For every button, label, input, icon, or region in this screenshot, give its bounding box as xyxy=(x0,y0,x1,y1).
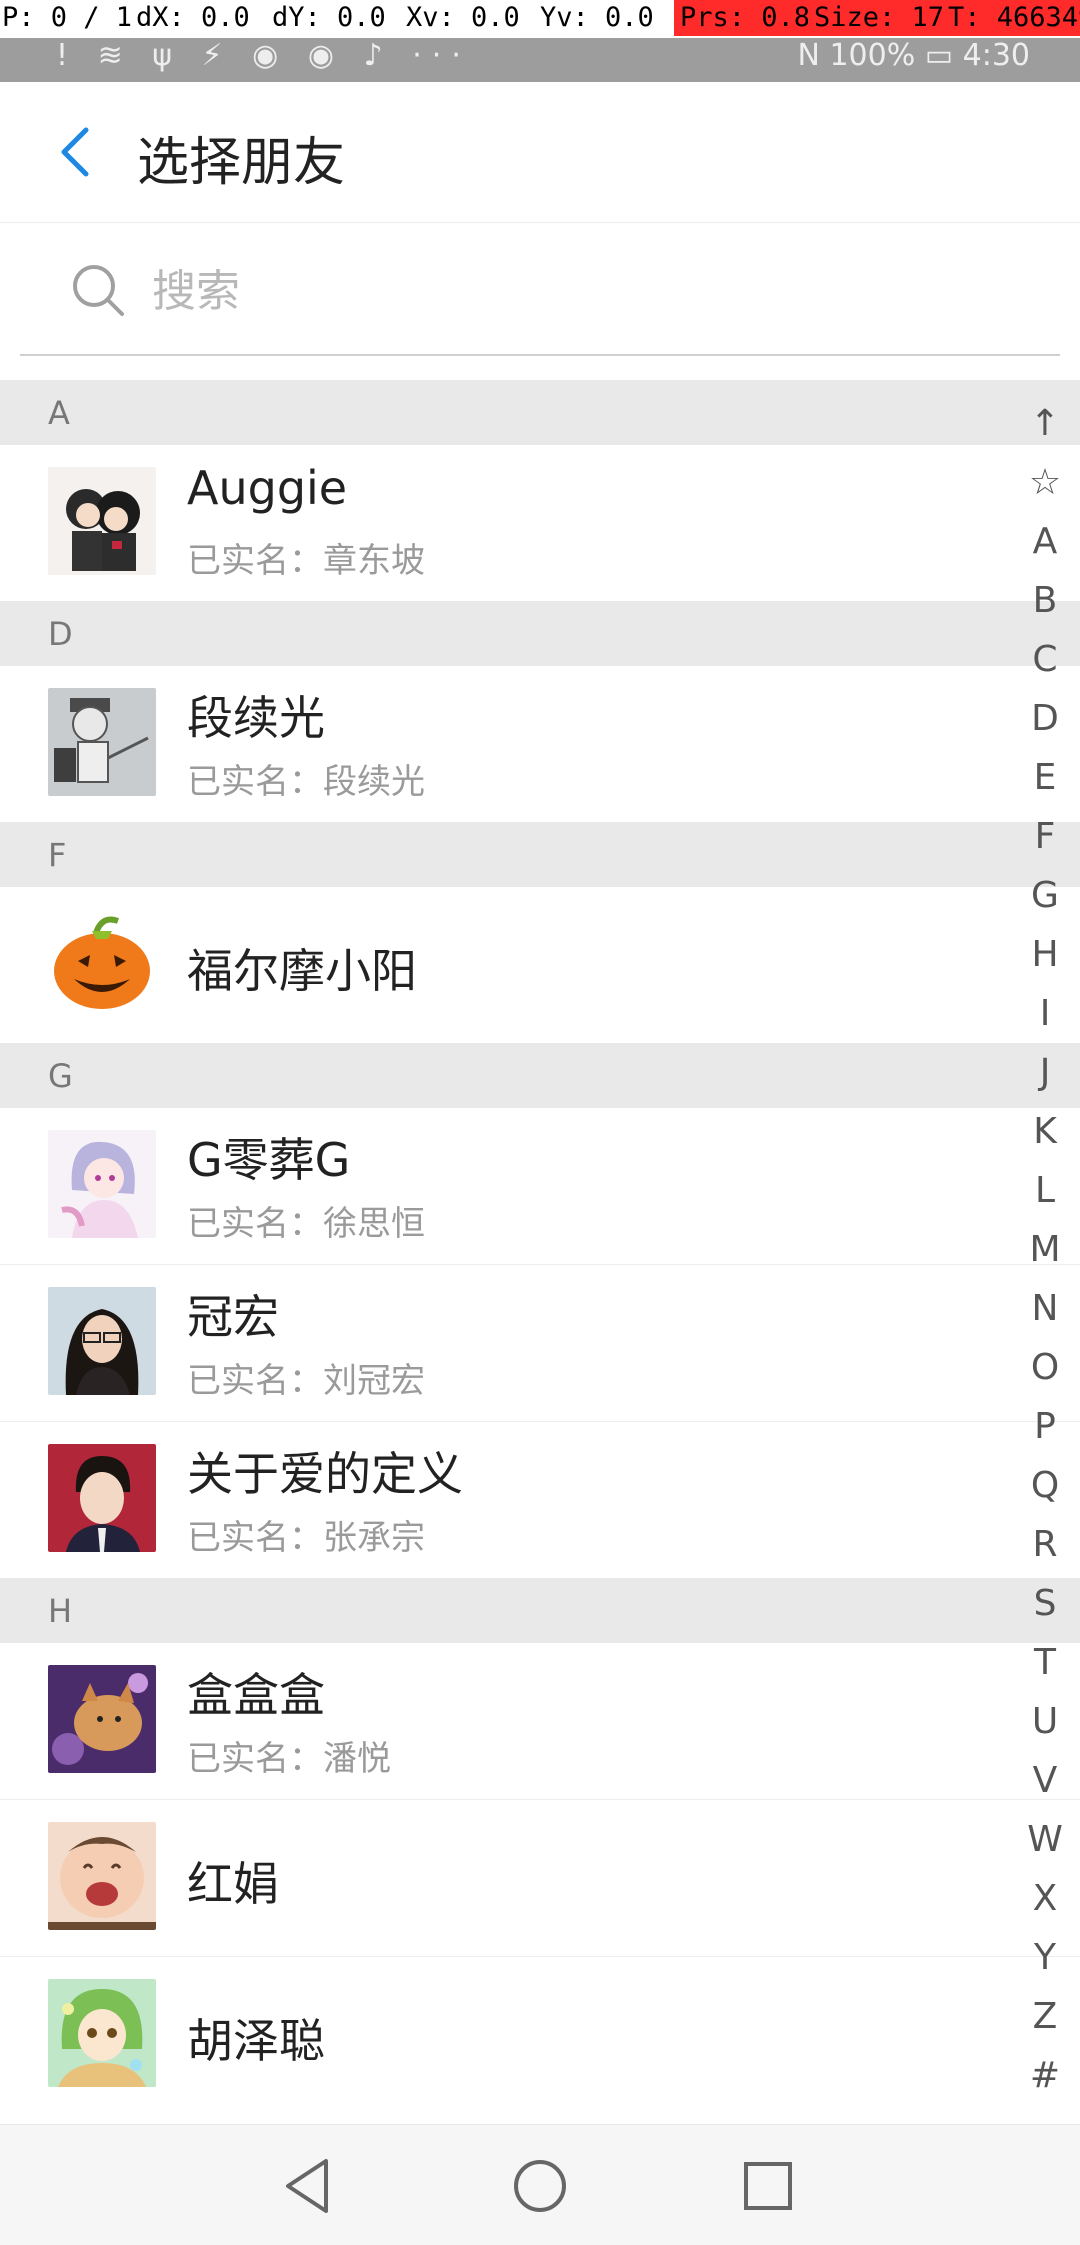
status-right: N 100% ▭ 4:30 xyxy=(797,38,1030,73)
debug-p: P: 0 / 1 xyxy=(2,2,133,33)
avatar xyxy=(48,1665,156,1773)
index-b[interactable]: B xyxy=(1010,571,1080,630)
search-input[interactable] xyxy=(150,252,954,330)
list-item[interactable]: 盒盒盒 已实名：潘悦 xyxy=(0,1643,1080,1800)
search-bar[interactable] xyxy=(20,226,1060,356)
index-y[interactable]: Y xyxy=(1010,1928,1080,1987)
navigation-bar xyxy=(0,2124,1080,2245)
contact-realname: 已实名：章东坡 xyxy=(187,541,425,581)
index-t[interactable]: T xyxy=(1010,1633,1080,1692)
index-z[interactable]: Z xyxy=(1010,1987,1080,2046)
index-o[interactable]: O xyxy=(1010,1338,1080,1397)
contact-name: 段续光 xyxy=(187,691,325,745)
section-header-d: D xyxy=(0,601,1080,666)
list-item[interactable]: 胡泽聪 xyxy=(0,1957,1080,2113)
contact-realname: 已实名：潘悦 xyxy=(187,1739,391,1779)
index-s[interactable]: S xyxy=(1010,1574,1080,1633)
index-n[interactable]: N xyxy=(1010,1279,1080,1338)
index-hash[interactable]: # xyxy=(1010,2046,1080,2105)
list-item[interactable]: 冠宏 已实名：刘冠宏 xyxy=(0,1265,1080,1422)
header: 选择朋友 xyxy=(0,82,1080,223)
contact-name: G零葬G xyxy=(187,1133,351,1187)
index-u[interactable]: U xyxy=(1010,1692,1080,1751)
contact-realname: 已实名：徐思恒 xyxy=(187,1204,425,1244)
index-h[interactable]: H xyxy=(1010,925,1080,984)
index-e[interactable]: E xyxy=(1010,748,1080,807)
index-r[interactable]: R xyxy=(1010,1515,1080,1574)
list-item[interactable]: G零葬G 已实名：徐思恒 xyxy=(0,1108,1080,1265)
index-q[interactable]: Q xyxy=(1010,1456,1080,1515)
section-header-g: G xyxy=(0,1043,1080,1108)
index-d[interactable]: D xyxy=(1010,689,1080,748)
index-v[interactable]: V xyxy=(1010,1751,1080,1810)
section-header-h: H xyxy=(0,1578,1080,1643)
contact-name: 胡泽聪 xyxy=(187,2014,325,2068)
avatar xyxy=(48,1130,156,1238)
contact-list[interactable]: A Auggie 已实名：章东坡 D 段续光 已实名：段续光 F 福尔摩小阳 G… xyxy=(0,380,1080,2113)
contact-realname: 已实名：段续光 xyxy=(187,762,425,802)
avatar xyxy=(48,1979,156,2087)
debug-t: T: 466349 xyxy=(942,0,1080,36)
contact-name: 福尔摩小阳 xyxy=(187,944,417,998)
avatar xyxy=(48,688,156,796)
index-x[interactable]: X xyxy=(1010,1869,1080,1928)
list-item[interactable]: 关于爱的定义 已实名：张承宗 xyxy=(0,1422,1080,1578)
list-item[interactable]: 段续光 已实名：段续光 xyxy=(0,666,1080,822)
debug-overlay: P: 0 / 1 dX: 0.0 dY: 0.0 Xv: 0.0 Yv: 0.0… xyxy=(0,0,1080,38)
back-button[interactable] xyxy=(48,122,108,182)
index-w[interactable]: W xyxy=(1010,1810,1080,1869)
status-icons: ! ≋ ψ ⚡ ◉ ◉ ♪ ··· xyxy=(56,38,471,73)
debug-dy: dY: 0.0 xyxy=(272,2,386,33)
avatar xyxy=(48,909,156,1017)
index-m[interactable]: M xyxy=(1010,1220,1080,1279)
index-p[interactable]: P xyxy=(1010,1397,1080,1456)
nav-recent-button[interactable] xyxy=(733,2151,803,2221)
list-item[interactable]: Auggie 已实名：章东坡 xyxy=(0,445,1080,601)
triangle-back-icon xyxy=(286,2159,328,2213)
avatar xyxy=(48,1444,156,1552)
list-item[interactable]: 福尔摩小阳 xyxy=(0,887,1080,1043)
index-a[interactable]: A xyxy=(1010,512,1080,571)
nav-home-button[interactable] xyxy=(505,2151,575,2221)
index-l[interactable]: L xyxy=(1010,1161,1080,1220)
index-i[interactable]: I xyxy=(1010,984,1080,1043)
debug-dx: dX: 0.0 xyxy=(136,2,250,33)
alphabet-index[interactable]: ↑ ☆ A B C D E F G H I J K L M N O P Q R … xyxy=(1010,394,1080,2105)
square-recent-icon xyxy=(744,2162,792,2210)
page-title: 选择朋友 xyxy=(137,133,346,193)
contact-name: 冠宏 xyxy=(187,1290,279,1344)
index-f[interactable]: F xyxy=(1010,807,1080,866)
avatar xyxy=(48,1287,156,1395)
avatar xyxy=(48,467,156,575)
chevron-left-icon xyxy=(61,127,89,177)
search-icon xyxy=(73,265,124,316)
contact-name: 盒盒盒 xyxy=(187,1668,325,1722)
section-header-f: F xyxy=(0,822,1080,887)
contact-realname: 已实名：刘冠宏 xyxy=(187,1361,425,1401)
debug-xv: Xv: 0.0 xyxy=(406,2,520,33)
index-star[interactable]: ☆ xyxy=(1010,453,1080,512)
avatar xyxy=(48,1822,156,1930)
index-j[interactable]: J xyxy=(1010,1043,1080,1102)
nav-back-button[interactable] xyxy=(274,2151,344,2221)
index-c[interactable]: C xyxy=(1010,630,1080,689)
index-g[interactable]: G xyxy=(1010,866,1080,925)
debug-yv: Yv: 0.0 xyxy=(540,2,654,33)
section-header-a: A xyxy=(0,380,1080,445)
contact-name: 关于爱的定义 xyxy=(187,1447,463,1501)
circle-home-icon xyxy=(514,2160,566,2212)
contact-name: 红娟 xyxy=(187,1857,279,1911)
index-k[interactable]: K xyxy=(1010,1102,1080,1161)
contact-realname: 已实名：张承宗 xyxy=(187,1518,425,1558)
index-up[interactable]: ↑ xyxy=(1010,394,1080,453)
list-item[interactable]: 红娟 xyxy=(0,1800,1080,1957)
contact-name: Auggie xyxy=(187,461,348,515)
